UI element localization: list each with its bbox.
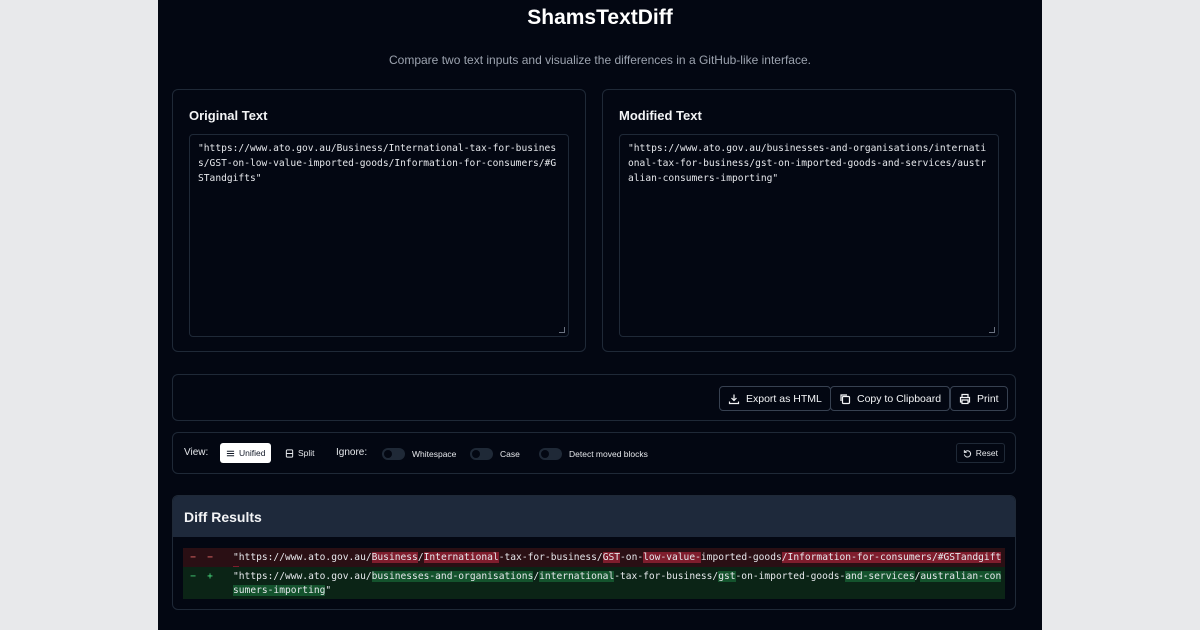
diff-segment: -tax-for-business/ — [614, 571, 719, 582]
diff-options-bar: View: Unified Split Ignore: Whitespace C… — [172, 432, 1016, 474]
export-html-label: Export as HTML — [746, 392, 822, 405]
copy-clipboard-label: Copy to Clipboard — [857, 392, 942, 405]
diff-segment: "https://www.ato.gov.au/ — [233, 571, 372, 582]
diff-segment: -on- — [620, 552, 644, 563]
added-segment: businesses-and-organisations — [371, 571, 534, 582]
copy-icon — [840, 393, 851, 404]
diff-added-line: − + "https://www.ato.gov.au/businesses-a… — [183, 567, 1005, 599]
removed-segment: GST — [602, 552, 621, 563]
old-line-gutter: − — [190, 571, 196, 582]
added-segment: international — [539, 571, 615, 582]
view-label: View: — [184, 447, 209, 458]
reset-button[interactable]: Reset — [955, 443, 1005, 463]
diff-segment: / — [417, 552, 424, 563]
removed-segment: Business — [371, 552, 418, 563]
diff-results-title: Diff Results — [173, 496, 1015, 537]
original-text-input[interactable]: "https://www.ato.gov.au/Business/Interna… — [189, 134, 569, 337]
old-line-gutter: − — [190, 552, 196, 563]
reset-icon — [963, 449, 971, 457]
view-unified-button[interactable]: Unified — [220, 443, 272, 463]
diff-segment: -on-imported-goods- — [735, 571, 846, 582]
original-text-panel: Original Text "https://www.ato.gov.au/Bu… — [172, 89, 586, 352]
case-toggle[interactable] — [470, 448, 493, 460]
removed-segment: International — [423, 552, 499, 563]
whitespace-label: Whitespace — [412, 449, 457, 459]
ignore-label: Ignore: — [336, 447, 368, 458]
case-label: Case — [500, 449, 520, 459]
diff-segment: " — [325, 585, 332, 596]
moved-blocks-label: Detect moved blocks — [569, 449, 648, 459]
diff-results-panel: Diff Results − − "https://www.ato.gov.au… — [172, 495, 1016, 610]
printer-icon — [959, 393, 971, 404]
split-icon — [285, 448, 294, 458]
list-icon — [226, 450, 235, 456]
removed-segment: low-value- — [643, 552, 701, 563]
diff-segment: "https://www.ato.gov.au/ — [233, 552, 372, 563]
diff-segment: imported-goods — [700, 552, 782, 563]
resize-handle-icon[interactable] — [989, 327, 995, 333]
moved-blocks-toggle[interactable] — [539, 448, 562, 460]
page-title: ShamsTextDiff — [527, 6, 673, 29]
modified-text-panel: Modified Text "https://www.ato.gov.au/bu… — [602, 89, 1016, 352]
view-split-label: Split — [298, 448, 315, 458]
print-label: Print — [977, 392, 999, 405]
removed-sign: − — [207, 552, 213, 563]
actions-bar: Export as HTML Copy to Clipboard Print — [172, 374, 1016, 421]
copy-clipboard-button[interactable]: Copy to Clipboard — [830, 386, 951, 411]
added-sign: + — [207, 571, 213, 582]
page-subtitle: Compare two text inputs and visualize th… — [389, 53, 811, 67]
modified-text-label: Modified Text — [619, 108, 702, 123]
added-segment: and-services — [845, 571, 915, 582]
modified-text-input[interactable]: "https://www.ato.gov.au/businesses-and-o… — [619, 134, 999, 337]
view-split-button[interactable]: Split — [279, 443, 321, 463]
diff-removed-line: − − "https://www.ato.gov.au/Business/Int… — [183, 548, 1005, 577]
export-html-button[interactable]: Export as HTML — [719, 386, 831, 411]
download-icon — [728, 394, 740, 404]
resize-handle-icon[interactable] — [559, 327, 565, 333]
original-text-label: Original Text — [189, 108, 268, 123]
diff-segment: -tax-for-business/ — [498, 552, 603, 563]
reset-label: Reset — [975, 448, 998, 458]
whitespace-toggle[interactable] — [382, 448, 405, 460]
app-container: ShamsTextDiff Compare two text inputs an… — [158, 0, 1042, 630]
view-unified-label: Unified — [239, 448, 266, 458]
print-button[interactable]: Print — [950, 386, 1008, 411]
added-segment: gst — [718, 571, 736, 582]
added-line-text: "https://www.ato.gov.au/businesses-and-o… — [233, 570, 1003, 598]
